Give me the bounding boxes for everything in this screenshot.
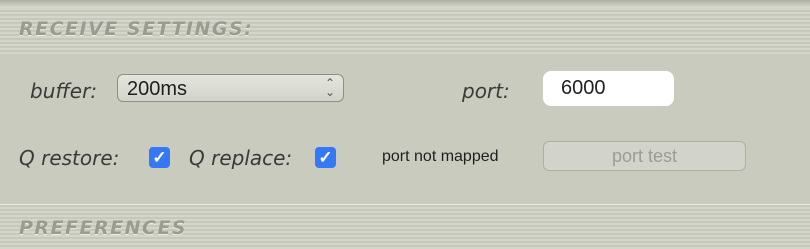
preferences-header[interactable]: PREFERENCES [0, 204, 810, 249]
q-restore-checkbox[interactable]: ✓ [149, 147, 170, 168]
port-label: port: [462, 79, 510, 103]
receive-settings-header: RECEIVE SETTINGS: [0, 8, 810, 54]
buffer-select-value: 200ms [127, 78, 188, 100]
receive-settings-title: RECEIVE SETTINGS: [19, 18, 254, 40]
port-input[interactable] [543, 71, 674, 106]
top-divider [0, 0, 810, 8]
q-restore-label: Q restore: [19, 146, 120, 170]
port-status-text: port not mapped [382, 148, 499, 165]
buffer-select[interactable]: 200ms ⌃ ⌄ [117, 74, 344, 102]
q-replace-checkbox[interactable]: ✓ [315, 147, 336, 168]
select-chevrons-icon: ⌃ ⌄ [324, 76, 335, 99]
preferences-title: PREFERENCES [19, 217, 188, 239]
buffer-label: buffer: [30, 79, 98, 103]
checkmark-icon: ✓ [152, 148, 167, 167]
port-test-button[interactable]: port test [543, 141, 746, 171]
q-replace-label: Q replace: [189, 146, 293, 170]
checkmark-icon: ✓ [318, 148, 333, 167]
